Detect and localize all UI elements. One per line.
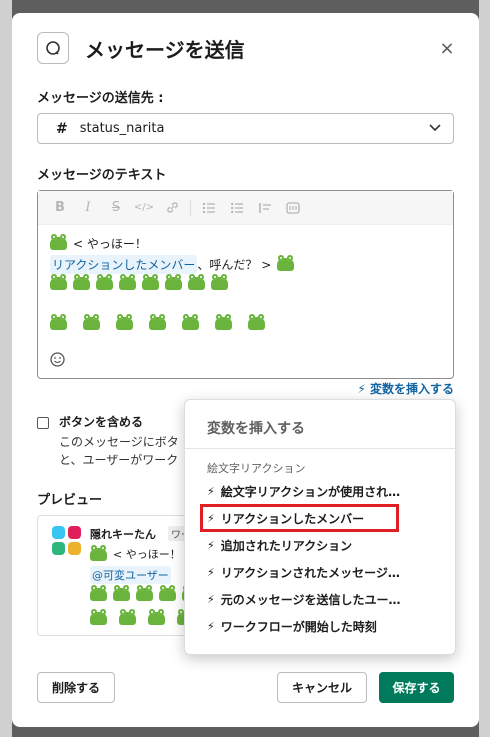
logo-piece (52, 526, 65, 539)
italic-button[interactable]: I (74, 194, 102, 222)
menu-divider (185, 448, 455, 449)
message-line-1: < やっほー！ (50, 234, 147, 252)
link-icon[interactable] (158, 194, 186, 222)
modal-header: メッセージを送信 × (37, 31, 459, 65)
message-editor[interactable]: B I S </> < やっほー！ リアクションしたメンバー 、呼んだ？ > (37, 190, 454, 379)
menu-item-reacted-message[interactable]: ⚡ リアクションされたメッセージ… (203, 561, 441, 583)
frog-emoji-icon (96, 274, 113, 290)
channel-select[interactable]: # status_narita (37, 113, 454, 144)
frog-emoji-row (50, 274, 234, 290)
send-message-modal: メッセージを送信 × メッセージの送信先 : # status_narita メ… (12, 13, 479, 727)
frog-emoji-icon (119, 609, 136, 625)
search-icon (37, 32, 69, 64)
menu-item-added-reaction[interactable]: ⚡ 追加されたリアクション (203, 534, 441, 556)
modal-title: メッセージを送信 (85, 37, 245, 62)
frog-emoji-icon (50, 234, 67, 250)
send-to-label: メッセージの送信先 : (37, 91, 164, 106)
message-preview: 隠れキーたん ワー < やっほー！ @可変ユーザー (37, 515, 197, 636)
preview-label: プレビュー (37, 493, 103, 508)
logo-piece (68, 526, 81, 539)
magic-wand-icon: ⚡ (207, 484, 215, 498)
frog-emoji-icon (113, 585, 130, 601)
frog-emoji-icon (90, 609, 107, 625)
save-button[interactable]: 保存する (379, 672, 454, 703)
menu-item-reacting-member[interactable]: ⚡ リアクションしたメンバー (200, 504, 399, 532)
blockquote-icon[interactable] (251, 194, 279, 222)
frog-emoji-icon (50, 274, 67, 290)
frog-emoji-icon (83, 314, 100, 330)
app-logo (52, 526, 82, 556)
chevron-down-icon (429, 121, 441, 136)
magic-wand-icon: ⚡ (207, 592, 215, 606)
menu-section-label: 絵文字リアクション (207, 462, 306, 475)
code-block-icon[interactable] (279, 194, 307, 222)
frog-emoji-row (50, 314, 271, 330)
magic-wand-icon: ⚡ (207, 565, 215, 579)
frog-emoji-icon (136, 585, 153, 601)
preview-line-2: @可変ユーザー (90, 566, 171, 584)
delete-button[interactable]: 削除する (37, 672, 115, 703)
preview-frog-row (90, 609, 196, 625)
emoji-picker-icon[interactable] (50, 352, 65, 371)
frog-emoji-icon (116, 314, 133, 330)
frog-emoji-icon (277, 255, 295, 271)
frog-emoji-icon (211, 274, 228, 290)
insert-variable-menu: 変数を挿入する 絵文字リアクション ⚡ 絵文字リアクションが使用され… ⚡ リア… (184, 399, 456, 655)
preview-frog-row (90, 585, 196, 601)
logo-piece (68, 542, 81, 555)
message-line-2-suffix: 、呼んだ？ > (197, 258, 272, 272)
strikethrough-button[interactable]: S (102, 194, 130, 222)
cancel-button[interactable]: キャンセル (277, 672, 367, 703)
background-right (479, 0, 490, 737)
frog-emoji-icon (165, 274, 182, 290)
frog-emoji-icon (188, 274, 205, 290)
frog-emoji-icon (159, 585, 176, 601)
frog-emoji-icon (73, 274, 90, 290)
hash-icon: # (56, 120, 68, 137)
menu-item-original-sender[interactable]: ⚡ 元のメッセージを送信したユー… (203, 588, 441, 610)
logo-piece (52, 542, 65, 555)
include-button-checkbox[interactable] (37, 417, 49, 429)
menu-item-emoji-used[interactable]: ⚡ 絵文字リアクションが使用され… (203, 480, 441, 502)
magic-wand-icon: ⚡ (207, 538, 215, 552)
magic-wand-icon: ⚡ (357, 382, 366, 396)
magic-wand-icon: ⚡ (207, 619, 215, 633)
ordered-list-icon[interactable] (195, 194, 223, 222)
toolbar-divider (190, 199, 191, 216)
variable-chip[interactable]: リアクションしたメンバー (50, 255, 198, 274)
preview-mention: @可変ユーザー (90, 566, 171, 584)
channel-name: status_narita (79, 121, 165, 136)
frog-emoji-icon (248, 314, 265, 330)
insert-variable-link[interactable]: ⚡ 変数を挿入する (357, 380, 454, 397)
frog-emoji-icon (90, 585, 107, 601)
frog-emoji-icon (182, 314, 199, 330)
code-button[interactable]: </> (130, 194, 158, 222)
background-left (0, 0, 12, 737)
preview-bot-name: 隠れキーたん (90, 528, 156, 541)
frog-emoji-icon (215, 314, 232, 330)
frog-emoji-icon (142, 274, 159, 290)
frog-emoji-icon (148, 609, 165, 625)
message-text-label: メッセージのテキスト (37, 168, 167, 183)
format-toolbar: B I S </> (38, 191, 453, 225)
preview-line-1: < やっほー！ (90, 544, 181, 562)
message-line-1-text: < やっほー！ (73, 237, 147, 251)
message-line-2: リアクションしたメンバー 、呼んだ？ > (50, 255, 300, 274)
frog-emoji-icon (149, 314, 166, 330)
close-icon[interactable]: × (435, 38, 459, 59)
include-button-label: ボタンを含める (59, 415, 144, 429)
menu-title: 変数を挿入する (207, 421, 305, 437)
frog-emoji-icon (90, 544, 107, 561)
frog-emoji-icon (50, 314, 67, 330)
frog-emoji-icon (119, 274, 136, 290)
bullet-list-icon[interactable] (223, 194, 251, 222)
magic-wand-icon: ⚡ (207, 511, 215, 525)
bold-button[interactable]: B (46, 194, 74, 222)
menu-item-workflow-start-time[interactable]: ⚡ ワークフローが開始した時刻 (203, 615, 441, 637)
